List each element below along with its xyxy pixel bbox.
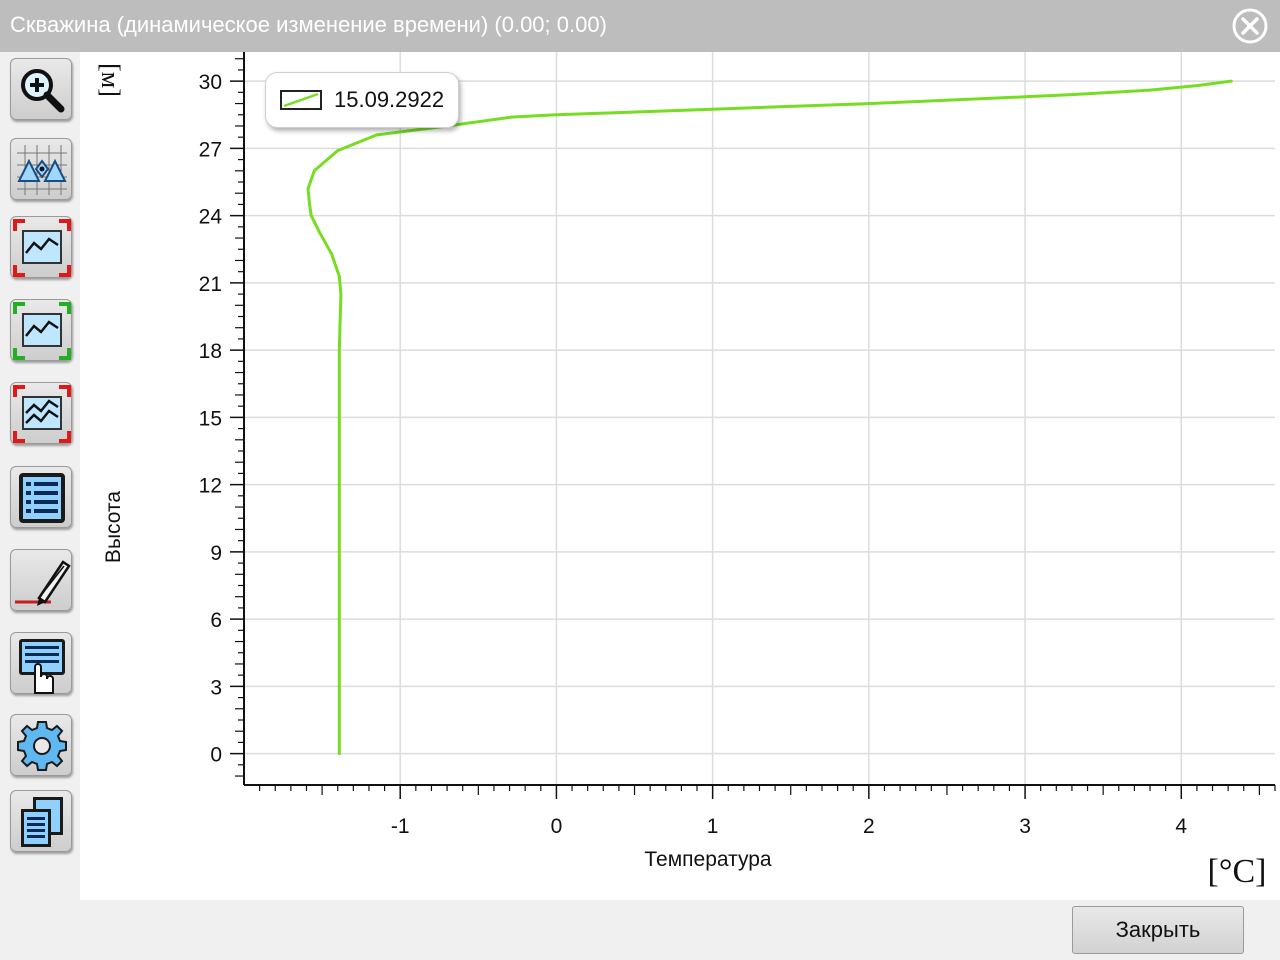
data-point bbox=[554, 113, 558, 117]
line-chart[interactable]: -1 0 1 2 3 4036912151821242730 Высота Темпера… bbox=[80, 52, 1280, 900]
data-point bbox=[337, 348, 341, 352]
data-point bbox=[337, 483, 341, 487]
hand-pointer-table-icon bbox=[19, 639, 65, 694]
x-tick-label: 0 bbox=[551, 815, 563, 838]
x-unit-label: [°C] bbox=[1208, 853, 1267, 890]
y-tick-label: 27 bbox=[199, 138, 222, 161]
list-icon bbox=[19, 473, 65, 523]
data-point bbox=[312, 169, 316, 173]
data-point bbox=[308, 202, 312, 206]
y-axis-title: Высота bbox=[102, 491, 125, 563]
copy-pages-icon bbox=[21, 797, 63, 847]
data-point bbox=[1148, 88, 1152, 92]
select-chart-green-button[interactable] bbox=[10, 299, 72, 361]
chart-legend[interactable]: 15.09.2922 bbox=[265, 72, 459, 128]
multi-chart-frame-icon bbox=[13, 385, 71, 443]
y-tick-label: 12 bbox=[199, 475, 222, 498]
data-point bbox=[711, 107, 715, 111]
data-point bbox=[867, 102, 871, 106]
legend-label: 15.09.2922 bbox=[334, 87, 445, 112]
data-point bbox=[306, 187, 310, 191]
x-axis-title: Температура bbox=[644, 848, 772, 871]
data-pick-button[interactable] bbox=[10, 632, 72, 694]
y-tick-label: 0 bbox=[210, 744, 222, 767]
data-point bbox=[329, 252, 333, 256]
chart-frame-green-icon bbox=[13, 302, 71, 360]
triangle-markers-grid-icon bbox=[17, 145, 67, 195]
y-tick-label: 30 bbox=[199, 71, 222, 94]
data-point bbox=[1070, 93, 1074, 97]
data-point bbox=[375, 133, 379, 137]
markers-button[interactable] bbox=[10, 138, 72, 200]
data-point bbox=[339, 292, 343, 296]
data-point bbox=[309, 214, 313, 218]
select-multi-chart-button[interactable] bbox=[10, 382, 72, 444]
x-tick-label: 3 bbox=[1019, 815, 1031, 838]
data-point bbox=[337, 550, 341, 554]
y-tick-label: 21 bbox=[199, 273, 222, 296]
y-tick-label: 6 bbox=[210, 609, 222, 632]
x-tick-label: -1 bbox=[391, 815, 410, 838]
magnifier-plus-icon bbox=[21, 69, 65, 113]
x-tick-label: 1 bbox=[707, 815, 719, 838]
data-point bbox=[1023, 95, 1027, 99]
toolbar bbox=[0, 52, 80, 900]
data-point bbox=[337, 684, 341, 688]
gear-icon bbox=[17, 721, 67, 771]
data-point bbox=[337, 752, 341, 756]
copy-button[interactable] bbox=[10, 790, 72, 852]
select-chart-red-button[interactable] bbox=[10, 216, 72, 278]
title-bar: Скважина (динамическое изменение времени… bbox=[0, 0, 1280, 52]
close-button[interactable]: Закрыть bbox=[1072, 906, 1244, 954]
y-tick-label: 18 bbox=[199, 340, 222, 363]
y-tick-label: 3 bbox=[210, 676, 222, 699]
edit-button[interactable] bbox=[10, 549, 72, 611]
y-unit-label: [м] bbox=[96, 63, 125, 97]
y-tick-label: 9 bbox=[210, 542, 222, 565]
data-point bbox=[337, 617, 341, 621]
y-tick-label: 24 bbox=[199, 206, 223, 229]
pencil-icon bbox=[15, 560, 71, 606]
data-point bbox=[337, 274, 341, 278]
settings-button[interactable] bbox=[10, 714, 72, 776]
window-title: Скважина (динамическое изменение времени… bbox=[10, 12, 607, 37]
list-button[interactable] bbox=[10, 466, 72, 528]
data-point bbox=[336, 149, 340, 153]
chart-panel: -1 0 1 2 3 4 0 3 6 9 12 15 18 21 24 27 30 Высота Темпера… bbox=[80, 52, 1280, 900]
close-icon[interactable] bbox=[1230, 6, 1270, 46]
legend-swatch bbox=[280, 90, 322, 110]
zoom-in-button[interactable] bbox=[10, 58, 72, 120]
x-tick-label: 4 bbox=[1175, 815, 1187, 838]
data-point bbox=[1229, 79, 1233, 83]
y-tick-label: 15 bbox=[199, 407, 222, 430]
data-point bbox=[511, 115, 515, 119]
data-point bbox=[337, 415, 341, 419]
data-point bbox=[1195, 84, 1199, 88]
chart-frame-red-icon bbox=[13, 219, 71, 277]
data-point bbox=[317, 229, 321, 233]
x-tick-label: 2 bbox=[863, 815, 875, 838]
